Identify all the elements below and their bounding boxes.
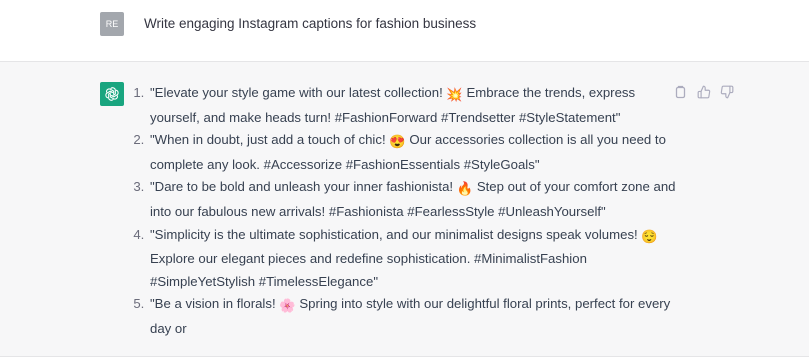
user-avatar: RE (100, 12, 124, 36)
caption-item-3: "Dare to be bold and unleash your inner … (148, 176, 688, 223)
user-message-row: RE Write engaging Instagram captions for… (0, 0, 809, 62)
caption-text: "Dare to be bold and unleash your inner … (150, 179, 457, 195)
caption-text: Explore our elegant pieces and redefine … (150, 251, 587, 289)
thumbs-up-icon[interactable] (696, 84, 711, 99)
caption-item-4: "Simplicity is the ultimate sophisticati… (148, 224, 688, 294)
openai-logo-icon (100, 82, 124, 106)
caption-text: "When in doubt, just add a touch of chic… (150, 132, 390, 148)
copy-icon[interactable] (673, 84, 688, 99)
divider (0, 356, 809, 357)
message-actions (673, 84, 734, 99)
fire-emoji-icon: 🔥 (456, 181, 474, 197)
assistant-message-row: "Elevate your style game with our latest… (0, 62, 809, 357)
thumbs-down-icon[interactable] (719, 84, 734, 99)
caption-item-2: "When in doubt, just add a touch of chic… (148, 129, 688, 176)
caption-text: "Simplicity is the ultimate sophisticati… (150, 226, 642, 242)
user-message-text: Write engaging Instagram captions for fa… (144, 16, 477, 31)
heart-eyes-emoji-icon: 😍 (389, 134, 406, 150)
cherry-blossom-emoji-icon: 🌸 (279, 298, 296, 314)
caption-text: "Be a vision in florals! (150, 296, 280, 312)
collision-emoji-icon: 💥 (446, 87, 463, 102)
caption-item-5: "Be a vision in florals! 🌸 Spring into s… (148, 293, 688, 340)
caption-item-1: "Elevate your style game with our latest… (148, 82, 688, 129)
assistant-reply-list: "Elevate your style game with our latest… (128, 82, 688, 341)
caption-text: "Elevate your style game with our latest… (150, 85, 447, 100)
relieved-face-emoji-icon: 😌 (641, 228, 658, 244)
